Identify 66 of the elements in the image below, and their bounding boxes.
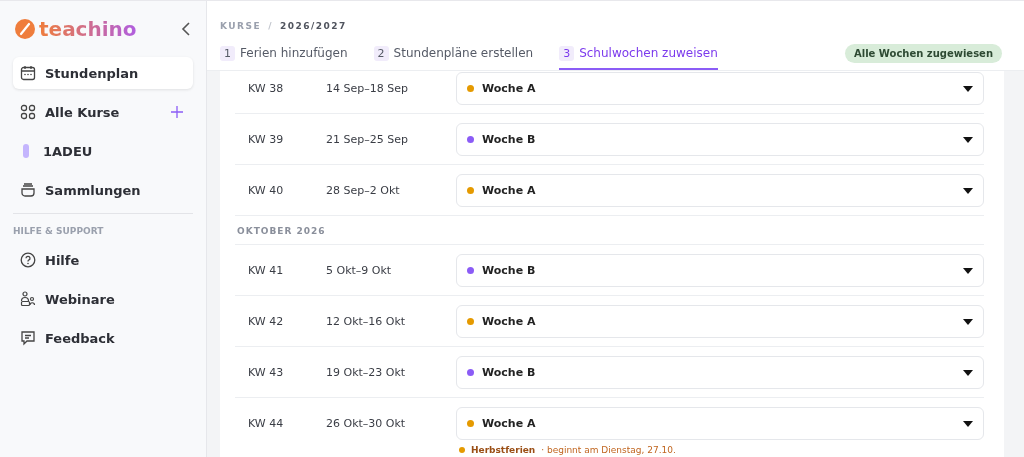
step-number: 1 (220, 45, 235, 61)
collapse-icon[interactable] (181, 22, 191, 36)
nav-item[interactable]: Feedback (13, 322, 193, 354)
week-number: KW 39 (247, 132, 285, 148)
date-range: 5 Okt–9 Okt (326, 263, 393, 279)
grid-icon (20, 104, 36, 120)
nav-item[interactable]: Stundenplan (13, 57, 193, 89)
pot-icon (20, 182, 36, 198)
step-label: Ferien hinzufügen (240, 46, 348, 60)
caret-icon (963, 318, 973, 325)
step-tab[interactable]: 1 Ferien hinzufügen (220, 36, 348, 70)
week-number: KW 41 (247, 263, 285, 279)
week-select[interactable]: Woche A (456, 174, 984, 207)
logo-icon (14, 18, 36, 40)
holiday-info: · beginnt am Dienstag, 27.10. (541, 445, 676, 455)
date-range: 14 Sep–18 Sep (326, 81, 409, 97)
step-number: 3 (559, 45, 575, 61)
caret-icon (963, 85, 973, 92)
step-tab[interactable]: 2 Stundenpläne erstellen (373, 36, 534, 70)
help-icon (20, 252, 36, 268)
people-icon (20, 291, 36, 307)
nav-item[interactable]: Sammlungen (13, 174, 193, 206)
caret-icon (963, 369, 973, 376)
week-select[interactable]: Woche A (456, 305, 984, 338)
nav-item[interactable]: Alle Kurse (13, 96, 193, 128)
step-number: 2 (373, 45, 389, 61)
caret-icon (963, 136, 973, 143)
date-range: 21 Sep–25 Sep (326, 132, 409, 148)
date-range: 12 Okt–16 Okt (326, 314, 407, 330)
caret-icon (963, 420, 973, 427)
select-value: Woche A (482, 184, 537, 197)
week-select[interactable]: Woche B (456, 123, 984, 156)
section-title: HILFE & SUPPORT (13, 226, 105, 236)
breadcrumb-separator: / (268, 21, 273, 31)
caret-icon (963, 187, 973, 194)
step-label: Stundenpläne erstellen (393, 46, 534, 60)
calendar-icon (20, 65, 36, 81)
date-range: 19 Okt–23 Okt (326, 365, 407, 381)
select-value: Woche A (482, 315, 537, 328)
week-select[interactable]: Woche B (456, 254, 984, 287)
nav-item[interactable]: 1ADEU (13, 135, 193, 167)
week-number: KW 43 (247, 365, 285, 381)
nav-item[interactable]: Webinare (13, 283, 193, 315)
week-number: KW 40 (247, 183, 285, 199)
chat-icon (20, 330, 36, 346)
select-value: Woche A (482, 417, 537, 430)
week-number: KW 38 (247, 81, 285, 97)
caret-icon (963, 267, 973, 274)
date-range: 26 Okt–30 Okt (326, 416, 407, 432)
week-select[interactable]: Woche B (456, 356, 984, 389)
week-number: KW 42 (247, 314, 285, 330)
holiday-name: Herbstferien (471, 445, 536, 455)
step-label: Schulwochen zuweisen (579, 46, 718, 60)
month-heading: OKTOBER 2026 (235, 216, 984, 245)
status-badge: Alle Wochen zugewiesen (845, 43, 1002, 63)
week-select[interactable]: Woche A (456, 72, 984, 105)
breadcrumb-current: 2026/2027 (280, 21, 347, 31)
week-number: KW 44 (247, 416, 285, 432)
select-value: Woche B (482, 366, 537, 379)
nav-item[interactable]: Hilfe (13, 244, 193, 276)
select-value: Woche B (482, 133, 537, 146)
date-range: 28 Sep–2 Okt (326, 183, 401, 199)
add-icon[interactable] (171, 106, 183, 118)
select-value: Woche A (482, 82, 537, 95)
select-value: Woche B (482, 264, 537, 277)
week-select[interactable]: Woche A (456, 407, 984, 440)
